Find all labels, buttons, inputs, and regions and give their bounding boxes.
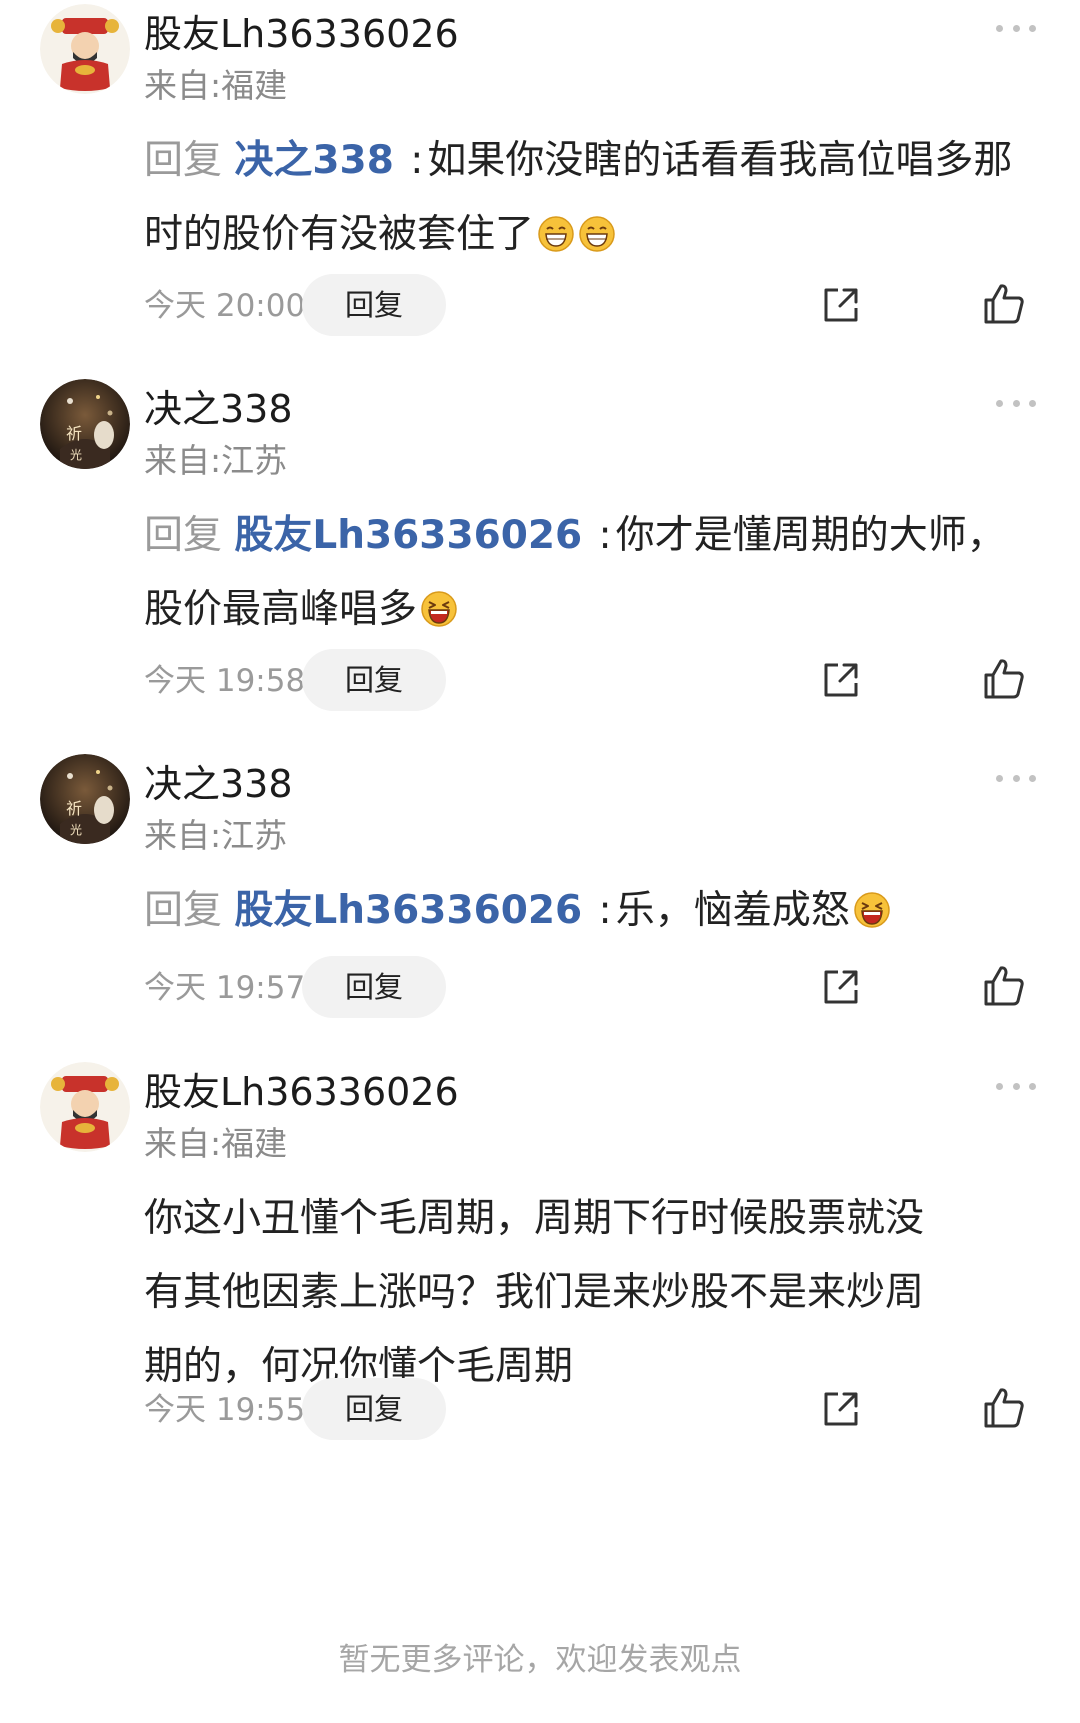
reply-prefix: 回复 [144,513,223,558]
comment-body: 回复 股友Lh36336026 : 你才是懂周期的大师，股价最高峰唱多 [144,499,1044,647]
reply-colon: : [598,888,612,933]
username[interactable]: 股友Lh36336026 [144,10,459,58]
comment-meta-row: 今天 19:55 回复 [144,1378,1044,1442]
reply-button[interactable]: 回复 [302,956,446,1018]
comment-meta-row: 今天 19:57 回复 [144,956,1044,1020]
user-avatar[interactable] [40,1062,130,1152]
thumbs-up-icon[interactable] [982,282,1026,326]
reply-colon: : [410,138,424,183]
more-options-icon[interactable] [996,1078,1036,1094]
location-label: 来自:福建 [144,66,288,105]
comment-body: 回复 决之338 : 如果你没瞎的话看看我高位唱多那时的股价有没被套住了 [144,124,1044,272]
reply-button[interactable]: 回复 [302,649,446,711]
location-label: 来自:福建 [144,1124,288,1163]
username[interactable]: 股友Lh36336026 [144,1068,459,1116]
reply-target-link[interactable]: 决之338 [234,138,393,183]
timestamp: 今天 19:55 [144,1392,306,1428]
svg-text:祈: 祈 [66,799,82,818]
user-avatar[interactable]: 祈 光 [40,379,130,469]
laugh-emoji-icon [420,590,458,628]
more-options-icon[interactable] [996,770,1036,786]
reply-button[interactable]: 回复 [302,1378,446,1440]
reply-prefix: 回复 [144,138,223,183]
reply-target-link[interactable]: 股友Lh36336026 [234,513,582,558]
comment-meta-row: 今天 19:58 回复 [144,649,1044,713]
comment-text: 你这小丑懂个毛周期，周期下行时候股票就没有其他因素上涨吗？我们是来炒股不是来炒周… [144,1196,925,1389]
location-label: 来自:江苏 [144,816,288,855]
share-icon[interactable] [820,659,862,701]
grin-emoji-icon [537,215,575,253]
night-scene-avatar-icon: 祈 光 [40,379,130,469]
comment-body: 回复 股友Lh36336026 : 乐，恼羞成怒 [144,874,1044,948]
share-icon[interactable] [820,284,862,326]
timestamp: 今天 20:00 [144,288,306,324]
no-more-comments-footer: 暂无更多评论，欢迎发表观点 [338,1642,742,1678]
thumbs-up-icon[interactable] [982,964,1026,1008]
comment-body: 你这小丑懂个毛周期，周期下行时候股票就没有其他因素上涨吗？我们是来炒股不是来炒周… [144,1182,934,1404]
reply-target-link[interactable]: 股友Lh36336026 [234,888,582,933]
night-scene-avatar-icon: 祈 光 [40,754,130,844]
caishen-avatar-icon [40,1062,130,1152]
svg-text:光: 光 [70,823,82,837]
username[interactable]: 决之338 [144,760,293,808]
more-options-icon[interactable] [996,395,1036,411]
caishen-avatar-icon [40,4,130,94]
svg-text:祈: 祈 [66,424,82,443]
user-avatar[interactable]: 祈 光 [40,754,130,844]
comment-text: 乐，恼羞成怒 [615,888,850,933]
reply-prefix: 回复 [144,888,223,933]
timestamp: 今天 19:58 [144,663,306,699]
share-icon[interactable] [820,1388,862,1430]
timestamp: 今天 19:57 [144,970,306,1006]
username[interactable]: 决之338 [144,385,293,433]
svg-text:光: 光 [70,448,82,462]
thumbs-up-icon[interactable] [982,657,1026,701]
reply-button[interactable]: 回复 [302,274,446,336]
more-options-icon[interactable] [996,20,1036,36]
user-avatar[interactable] [40,4,130,94]
thumbs-up-icon[interactable] [982,1386,1026,1430]
laugh-emoji-icon [853,891,891,929]
share-icon[interactable] [820,966,862,1008]
comment-meta-row: 今天 20:00 回复 [144,274,1044,338]
grin-emoji-icon [578,215,616,253]
location-label: 来自:江苏 [144,441,288,480]
reply-colon: : [598,513,612,558]
